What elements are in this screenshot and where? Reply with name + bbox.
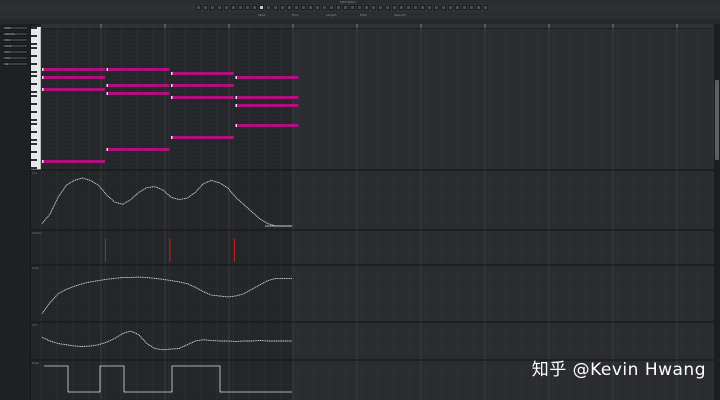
lane-label: CC11 (32, 267, 39, 270)
lane-label: CC7 (32, 324, 38, 327)
midi-note (235, 96, 299, 99)
note-start-marker (106, 84, 108, 87)
midi-note (42, 88, 105, 91)
note-start-marker (42, 88, 44, 91)
midi-note (106, 92, 170, 95)
note-start-marker (42, 160, 44, 163)
midi-note (235, 124, 299, 127)
midi-note (171, 96, 234, 99)
note-start-marker (42, 68, 44, 71)
midi-note (171, 72, 234, 75)
note-start-marker (235, 124, 237, 127)
cc11-curve (41, 276, 292, 314)
note-start-marker (171, 72, 173, 75)
midi-note (106, 84, 170, 87)
midi-note (235, 104, 299, 107)
note-editor-svg[interactable] (0, 0, 720, 400)
note-start-marker (106, 68, 108, 71)
midi-note (106, 148, 170, 151)
midi-note (171, 136, 234, 139)
note-start-marker (235, 76, 237, 79)
note-start-marker (171, 84, 173, 87)
midi-note (42, 160, 105, 163)
note-start-marker (171, 136, 173, 139)
midi-note (171, 84, 234, 87)
cc1-curve (41, 177, 292, 227)
midi-note (106, 68, 170, 71)
lane-label: Velocity (32, 232, 42, 235)
lane-label: Pedal (32, 362, 39, 365)
scrollbar-thumb[interactable] (715, 80, 719, 160)
note-start-marker (171, 96, 173, 99)
lane-label: CC1 (32, 172, 38, 175)
note-start-marker (42, 76, 44, 79)
note-start-marker (235, 104, 237, 107)
note-start-marker (106, 92, 108, 95)
midi-note (42, 68, 105, 71)
midi-note (235, 76, 299, 79)
midi-note (42, 76, 105, 79)
note-start-marker (235, 96, 237, 99)
watermark-text: 知乎 @Kevin Hwang (531, 360, 706, 380)
cc7-curve (41, 330, 292, 351)
note-start-marker (106, 148, 108, 151)
